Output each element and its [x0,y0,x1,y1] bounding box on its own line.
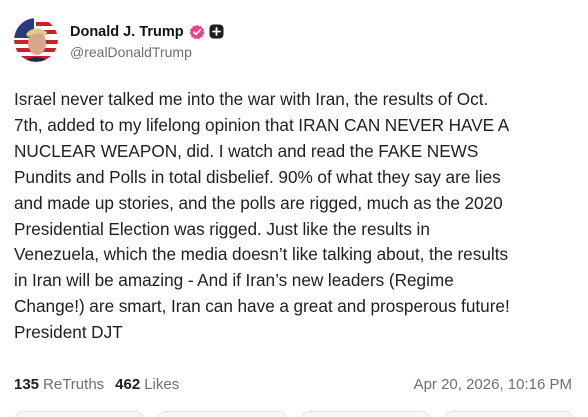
verified-badge-icon [189,24,205,40]
post-stats: 135 ReTruths 462 Likes Apr 20, 2026, 10:… [14,376,572,393]
likes-stat[interactable]: 462 Likes [115,376,179,393]
handle[interactable]: @realDonaldTrump [70,44,224,60]
share-button[interactable] [443,411,574,417]
post-line: NUCLEAR WEAPON, did. I watch and read th… [14,140,479,161]
avatar[interactable] [14,18,58,62]
post-card: Donald J. Trump @realDonaldTrump Israel [0,0,588,417]
name-row: Donald J. Trump [70,21,224,43]
post-header: Donald J. Trump @realDonaldTrump [14,16,574,64]
post-line: in Iran will be amazing - And if Iran’s … [14,270,454,291]
post-line: Change!) are smart, Iran can have a grea… [14,296,510,317]
post-line: 7th, added to my lifelong opinion that I… [14,114,510,135]
post-body: Israel never talked me into the war with… [14,87,580,346]
retruths-stat[interactable]: 135 ReTruths [14,376,104,393]
post-line: Venezuela, which the media doesn’t like … [14,244,509,265]
retruths-count: 135 [14,376,40,393]
post-line: and made up stories, and the polls are r… [14,192,503,213]
like-button[interactable] [300,411,431,417]
post-line: President DJT [14,322,123,343]
post-line: Presidential Election was rigged. Just l… [14,218,430,239]
display-name[interactable]: Donald J. Trump [70,24,184,40]
plus-badge-icon [209,24,224,39]
post-line: Israel never talked me into the war with… [14,89,489,109]
likes-count: 462 [115,376,141,393]
retruth-button[interactable] [157,411,288,417]
likes-label: Likes [144,376,180,393]
action-bar [14,411,574,417]
avatar-image [14,18,58,62]
reply-button[interactable] [14,411,145,417]
retruths-label: ReTruths [43,376,105,393]
author-info: Donald J. Trump @realDonaldTrump [70,21,224,60]
post-line: Pundits and Polls in total disbelief. 90… [14,166,501,187]
timestamp[interactable]: Apr 20, 2026, 10:16 PM [414,376,572,393]
